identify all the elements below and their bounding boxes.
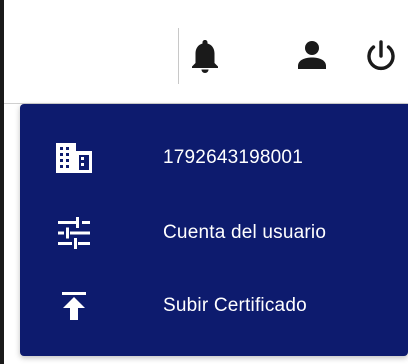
- sliders-icon: [58, 217, 90, 249]
- menu-item-upload-certificate[interactable]: Subir Certificado: [20, 276, 408, 336]
- app-frame: 1792643198001 Cuenta del usuario Subir C…: [0, 0, 408, 364]
- account-button[interactable]: [292, 36, 332, 76]
- menu-icon-wrapper: [52, 211, 96, 255]
- person-icon: [298, 41, 326, 69]
- account-dropdown-menu: 1792643198001 Cuenta del usuario Subir C…: [20, 104, 408, 356]
- menu-item-user-account[interactable]: Cuenta del usuario: [20, 203, 408, 263]
- menu-item-label: 1792643198001: [163, 147, 303, 168]
- menu-item-label: Subir Certificado: [163, 295, 307, 316]
- menu-item-label: Cuenta del usuario: [163, 222, 327, 243]
- bell-icon: [192, 40, 218, 73]
- menu-icon-wrapper: [52, 284, 96, 328]
- upload-icon: [62, 292, 86, 320]
- notifications-button[interactable]: [185, 36, 225, 76]
- menu-item-ruc[interactable]: 1792643198001: [20, 128, 408, 188]
- toolbar-divider: [178, 28, 179, 84]
- logout-button[interactable]: [361, 36, 401, 76]
- building-icon: [56, 143, 92, 173]
- power-icon: [367, 40, 395, 70]
- top-toolbar: [4, 0, 408, 104]
- menu-icon-wrapper: [52, 136, 96, 180]
